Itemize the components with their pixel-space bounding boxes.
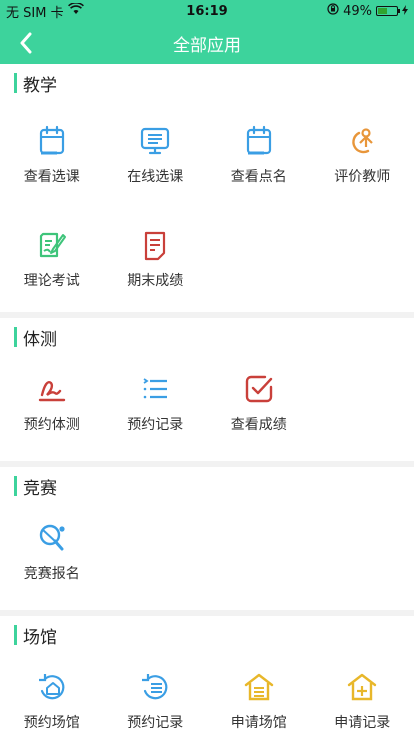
app-final-grades[interactable]: 期末成绩 [104, 228, 208, 332]
app-label: 查看点名 [231, 166, 287, 186]
section-title: 场馆 [23, 623, 57, 648]
battery-icon [376, 6, 398, 16]
section-venue: 场馆 预约场馆 预约记录 申请场馆 申请记录 [0, 616, 414, 740]
app-label: 查看选课 [24, 166, 80, 186]
app-view-courses[interactable]: 查看选课 [0, 124, 104, 228]
app-label: 理论考试 [24, 270, 80, 290]
section-competition: 竞赛 竞赛报名 [0, 467, 414, 610]
app-grid-venue: 预约场馆 预约记录 申请场馆 申请记录 [0, 654, 414, 740]
charging-icon [402, 4, 408, 19]
app-label: 预约体测 [24, 414, 80, 434]
section-header-venue: 场馆 [0, 616, 414, 654]
house-list-icon [242, 670, 276, 704]
exam-icon [35, 228, 69, 262]
app-label: 申请记录 [334, 712, 390, 732]
app-book-fitness-test[interactable]: 预约体测 [0, 372, 104, 452]
app-label: 预约记录 [127, 414, 183, 434]
app-label: 在线选课 [127, 166, 183, 186]
orientation-lock-icon [327, 3, 339, 19]
chevron-left-icon [19, 32, 33, 54]
app-label: 期末成绩 [127, 270, 183, 290]
status-bar: 无 SIM 卡 16:19 49% [0, 0, 414, 22]
section-title: 体测 [23, 325, 57, 350]
signature-icon [35, 372, 69, 406]
app-view-fitness-scores[interactable]: 查看成绩 [207, 372, 311, 452]
page-title: 全部应用 [173, 31, 241, 56]
carrier-label: 无 SIM 卡 [6, 2, 64, 21]
status-right: 49% [327, 3, 408, 19]
app-label: 预约场馆 [24, 712, 80, 732]
teacher-icon [345, 124, 379, 158]
section-accent-bar [14, 327, 17, 347]
app-grid-teaching: 查看选课 在线选课 查看点名 评价教师 理论考试 [0, 102, 414, 332]
app-label: 查看成绩 [231, 414, 287, 434]
list-refresh-icon [138, 670, 172, 704]
wifi-icon [68, 3, 84, 19]
app-label: 申请场馆 [231, 712, 287, 732]
list-icon [138, 372, 172, 406]
navigation-bar: 全部应用 [0, 22, 414, 64]
section-fitness: 体测 预约体测 预约记录 查看成绩 [0, 318, 414, 461]
home-refresh-icon [35, 670, 69, 704]
pingpong-icon [35, 521, 69, 555]
section-accent-bar [14, 73, 17, 93]
monitor-icon [138, 124, 172, 158]
app-grid-fitness: 预约体测 预约记录 查看成绩 [0, 356, 414, 452]
battery-fill [378, 8, 387, 14]
app-apply-venue[interactable]: 申请场馆 [207, 670, 311, 740]
app-label: 竞赛报名 [24, 563, 80, 583]
app-booking-records[interactable]: 预约记录 [104, 372, 208, 452]
section-title: 教学 [23, 71, 57, 96]
checkbox-icon [242, 372, 276, 406]
section-teaching: 教学 查看选课 在线选课 查看点名 评价教师 [0, 64, 414, 312]
battery-percent: 49% [343, 4, 372, 19]
section-header-teaching: 教学 [0, 64, 414, 102]
calendar-icon [35, 124, 69, 158]
section-header-competition: 竞赛 [0, 467, 414, 505]
app-label: 评价教师 [334, 166, 390, 186]
section-title: 竞赛 [23, 474, 57, 499]
app-view-roll-call[interactable]: 查看点名 [207, 124, 311, 228]
app-competition-signup[interactable]: 竞赛报名 [0, 521, 104, 601]
back-button[interactable] [8, 22, 44, 64]
calendar-icon [242, 124, 276, 158]
app-application-records[interactable]: 申请记录 [311, 670, 414, 740]
app-online-course-selection[interactable]: 在线选课 [104, 124, 208, 228]
app-venue-booking-records[interactable]: 预约记录 [104, 670, 208, 740]
house-plus-icon [345, 670, 379, 704]
app-label: 预约记录 [127, 712, 183, 732]
app-theory-exam[interactable]: 理论考试 [0, 228, 104, 332]
report-icon [138, 228, 172, 262]
status-left: 无 SIM 卡 [6, 2, 84, 21]
app-book-venue[interactable]: 预约场馆 [0, 670, 104, 740]
app-evaluate-teacher[interactable]: 评价教师 [311, 124, 414, 228]
section-accent-bar [14, 476, 17, 496]
section-accent-bar [14, 625, 17, 645]
app-grid-competition: 竞赛报名 [0, 505, 414, 601]
